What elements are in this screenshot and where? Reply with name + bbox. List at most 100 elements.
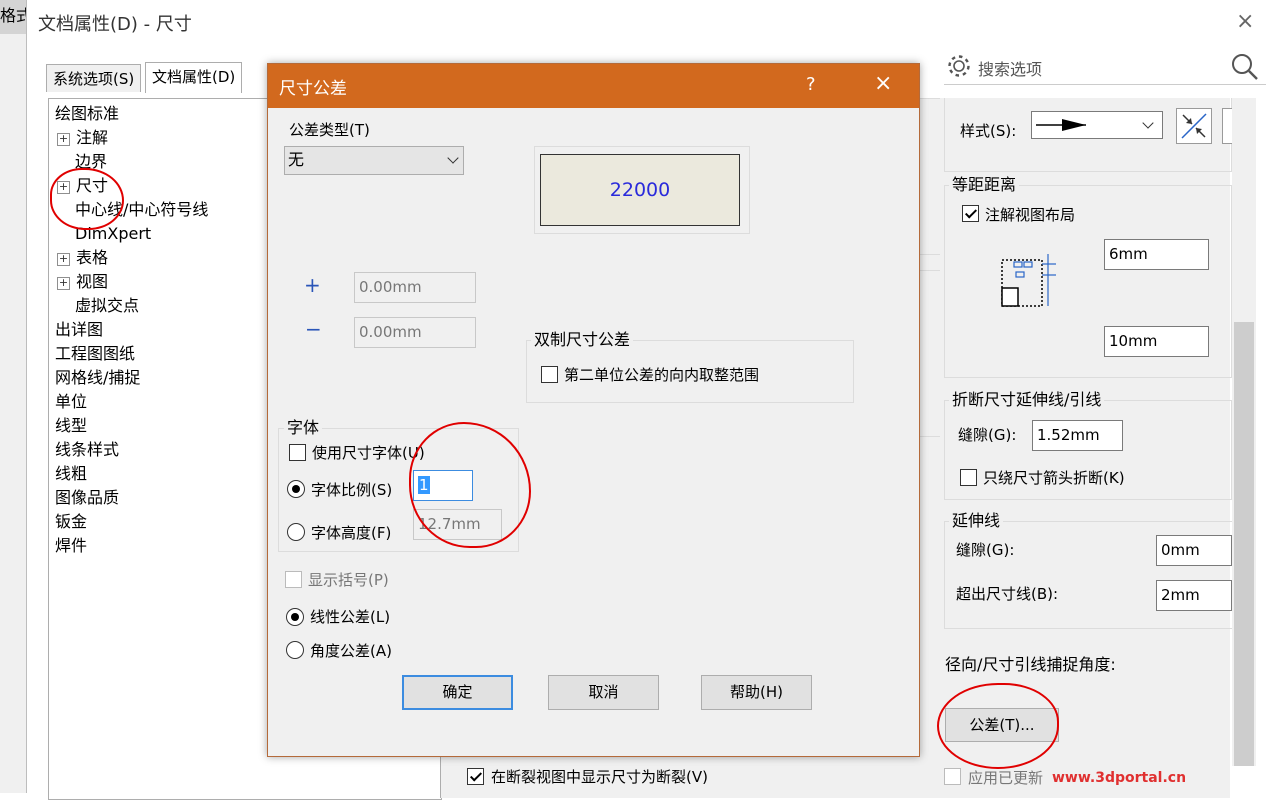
plus-sign: + xyxy=(304,273,321,297)
dual-tolerance-title: 双制尺寸公差 xyxy=(531,330,634,350)
font-height-input[interactable]: 12.7mm xyxy=(413,509,502,540)
lower-tolerance-input[interactable]: 0.00mm xyxy=(354,317,476,348)
search-options-label: 搜索选项 xyxy=(978,60,1043,79)
apply-updated-checkbox[interactable] xyxy=(944,768,961,785)
dual-inward-rounding-label: 第二单位公差的向内取整范围 xyxy=(564,366,760,384)
beyond-dimension-label: 超出尺寸线(B): xyxy=(956,585,1059,603)
tab-document-properties[interactable]: 文档属性(D) xyxy=(145,62,243,93)
tolerance-preview: 22000 xyxy=(540,154,740,226)
tolerance-type-label: 公差类型(T) xyxy=(289,121,370,139)
offset-distance-title: 等距距离 xyxy=(949,175,1020,195)
tree-item-annotations[interactable]: + 注解 xyxy=(57,127,108,149)
expand-icon[interactable]: + xyxy=(57,133,70,146)
offset-distance-1-input[interactable]: 6mm xyxy=(1104,239,1209,270)
break-arrow-only-checkbox[interactable] xyxy=(960,469,977,486)
minus-sign: − xyxy=(305,317,322,341)
break-view-dimension-label: 在断裂视图中显示尺寸为断裂(V) xyxy=(491,768,708,786)
linear-tolerance-radio[interactable] xyxy=(286,608,304,626)
extension-gap-input[interactable]: 0mm xyxy=(1156,535,1232,566)
dialog-title: 尺寸公差 xyxy=(279,79,347,99)
tree-item-image-quality[interactable]: 图像品质 xyxy=(55,487,119,509)
chevron-down-icon xyxy=(447,152,459,164)
font-scale-label: 字体比例(S) xyxy=(311,481,393,499)
tree-item-line-thickness[interactable]: 线粗 xyxy=(55,463,87,485)
tree-item-dimensions[interactable]: + 尺寸 xyxy=(57,175,108,197)
tree-item-grid-snap[interactable]: 网格线/捕捉 xyxy=(55,367,140,389)
tolerance-type-dropdown[interactable]: 无 xyxy=(284,146,464,175)
expand-icon[interactable]: + xyxy=(57,277,70,290)
watermark: www.3dportal.cn xyxy=(1052,770,1187,786)
tree-item-sheet-metal[interactable]: 钣金 xyxy=(55,511,87,533)
use-dimension-font-checkbox[interactable] xyxy=(289,444,306,461)
help-button[interactable]: 帮助(H) xyxy=(701,675,812,710)
angular-tolerance-radio[interactable] xyxy=(286,641,304,659)
tree-item-virtual-sharps[interactable]: 虚拟交点 xyxy=(75,295,139,317)
show-parentheses-label: 显示括号(P) xyxy=(308,571,389,589)
dialog-close-icon[interactable]: × xyxy=(874,71,892,96)
font-scale-input[interactable]: 1 xyxy=(413,470,473,501)
extension-gap-label: 缝隙(G): xyxy=(956,541,1015,559)
window-close-icon[interactable]: × xyxy=(1236,10,1254,34)
annotate-layout-label: 注解视图布局 xyxy=(985,206,1076,224)
dual-inward-rounding-checkbox[interactable] xyxy=(541,366,558,383)
cancel-button[interactable]: 取消 xyxy=(548,675,659,710)
tree-item-views[interactable]: + 视图 xyxy=(57,271,108,293)
break-arrow-only-label: 只绕尺寸箭头折断(K) xyxy=(983,469,1125,487)
left-window-tab[interactable]: 格式 xyxy=(0,0,26,34)
apply-updated-label: 应用已更新 xyxy=(968,769,1044,787)
arrow-style-dropdown[interactable] xyxy=(1031,111,1163,139)
annotate-layout-checkbox[interactable] xyxy=(962,205,979,222)
tab-system-options[interactable]: 系统选项(S) xyxy=(46,64,142,92)
font-scale-radio[interactable] xyxy=(287,480,305,498)
expand-icon[interactable]: + xyxy=(57,181,70,194)
font-height-label: 字体高度(F) xyxy=(311,524,392,542)
scrollbar-thumb[interactable] xyxy=(1234,322,1254,766)
upper-tolerance-input[interactable]: 0.00mm xyxy=(354,272,476,303)
break-view-dimension-checkbox[interactable] xyxy=(467,768,484,785)
tree-item-detailing[interactable]: 出详图 xyxy=(55,319,103,341)
ok-button[interactable]: 确定 xyxy=(402,675,513,710)
expand-icon[interactable]: + xyxy=(57,253,70,266)
tree-item-tables[interactable]: + 表格 xyxy=(57,247,108,269)
snap-angle-label: 径向/尺寸引线捕捉角度: xyxy=(945,655,1116,674)
dialog-title-bar[interactable]: 尺寸公差 ? × xyxy=(268,64,919,108)
tree-item-drafting-standard[interactable]: 绘图标准 xyxy=(55,103,119,125)
break-lines-title: 折断尺寸延伸线/引线 xyxy=(949,390,1105,410)
tolerance-type-value: 无 xyxy=(288,150,305,169)
show-parentheses-checkbox[interactable] xyxy=(285,571,302,588)
tree-item-borders[interactable]: 边界 xyxy=(75,151,107,173)
font-height-radio[interactable] xyxy=(287,523,305,541)
hidden-group-edge xyxy=(918,98,941,255)
search-options-box[interactable]: 搜索选项 xyxy=(944,50,1266,85)
tree-item-weldments[interactable]: 焊件 xyxy=(55,535,87,557)
beyond-dimension-input[interactable]: 2mm xyxy=(1156,580,1232,611)
tree-item-drawing-sheets[interactable]: 工程图图纸 xyxy=(55,343,135,365)
arrows-inside-button[interactable] xyxy=(1176,108,1212,144)
tree-item-line-style[interactable]: 线条样式 xyxy=(55,439,119,461)
tree-item-dimxpert[interactable]: DimXpert xyxy=(75,223,151,245)
chevron-down-icon xyxy=(1142,117,1154,129)
font-title: 字体 xyxy=(284,418,323,438)
window-title: 文档属性(D) - 尺寸 xyxy=(38,14,192,35)
style-label: 样式(S): xyxy=(960,122,1017,140)
tolerance-button[interactable]: 公差(T)... xyxy=(945,708,1059,742)
break-gap-input[interactable]: 1.52mm xyxy=(1032,420,1123,451)
break-gap-label: 缝隙(G): xyxy=(958,426,1017,444)
tree-item-line-font[interactable]: 线型 xyxy=(55,415,87,437)
font-scale-value: 1 xyxy=(418,476,430,494)
dimension-tolerance-dialog: 尺寸公差 ? × 公差类型(T) 无 22000 + 0.00mm − 0.00… xyxy=(267,63,920,757)
extension-lines-title: 延伸线 xyxy=(949,511,1004,531)
arrows-inward-icon xyxy=(1181,113,1207,139)
arrow-style-icon xyxy=(1036,119,1086,131)
search-icon[interactable] xyxy=(1230,52,1260,82)
tree-item-units[interactable]: 单位 xyxy=(55,391,87,413)
angular-tolerance-label: 角度公差(A) xyxy=(310,642,392,660)
gear-icon xyxy=(948,55,970,77)
use-dimension-font-label: 使用尺寸字体(U) xyxy=(312,444,425,462)
tolerance-preview-frame: 22000 xyxy=(534,146,750,234)
linear-tolerance-label: 线性公差(L) xyxy=(310,608,391,626)
hidden-group-edge xyxy=(918,270,941,437)
help-icon[interactable]: ? xyxy=(806,74,816,95)
tree-item-centerlines[interactable]: 中心线/中心符号线 xyxy=(75,199,208,221)
offset-distance-2-input[interactable]: 10mm xyxy=(1104,326,1209,357)
